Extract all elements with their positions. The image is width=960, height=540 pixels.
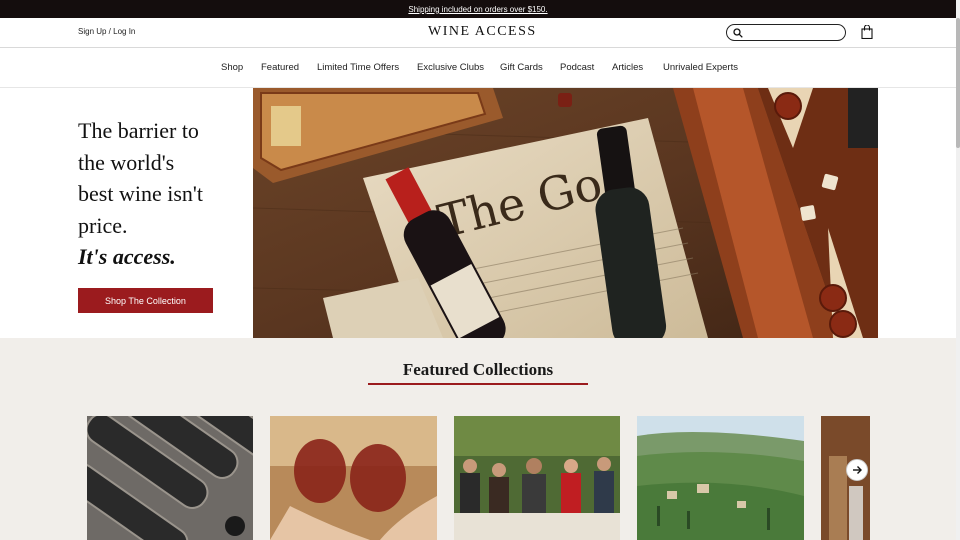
nav-item-podcast[interactable]: Podcast bbox=[560, 62, 594, 73]
nav-item-gift-cards[interactable]: Gift Cards bbox=[500, 62, 543, 73]
hero-accent: It's access. bbox=[78, 244, 176, 269]
main-nav: Shop Featured Limited Time Offers Exclus… bbox=[0, 48, 956, 88]
winemakers-image bbox=[454, 416, 620, 540]
site-header: Sign Up / Log In WINE ACCESS bbox=[0, 18, 956, 48]
nav-item-unrivaled-experts[interactable]: Unrivaled Experts bbox=[663, 62, 738, 73]
sign-up-login-link[interactable]: Sign Up / Log In bbox=[78, 27, 135, 36]
search-icon bbox=[733, 27, 743, 38]
collection-card[interactable] bbox=[87, 416, 253, 540]
hero-headline: The barrier to the world's best wine isn… bbox=[78, 115, 248, 273]
hero-line: The barrier to bbox=[78, 118, 199, 143]
hero-line: the world's bbox=[78, 149, 175, 175]
shopping-bag-icon[interactable] bbox=[861, 25, 873, 39]
promo-bar: Shipping included on orders over $150. bbox=[0, 0, 956, 18]
hero-line: best wine isn't bbox=[78, 181, 203, 206]
tuscany-landscape-image bbox=[637, 416, 804, 540]
search-input[interactable] bbox=[747, 28, 842, 37]
carousel-next-button[interactable] bbox=[846, 459, 868, 481]
logo[interactable]: WINE ACCESS bbox=[428, 24, 537, 40]
aged-bottles-image bbox=[87, 416, 253, 540]
scrollbar-thumb[interactable] bbox=[956, 18, 960, 148]
nav-item-articles[interactable]: Articles bbox=[612, 62, 643, 73]
featured-collections-section: Featured Collections bbox=[0, 338, 956, 540]
section-title: Featured Collections bbox=[402, 360, 554, 379]
title-underline bbox=[368, 383, 588, 385]
nav-item-limited-time-offers[interactable]: Limited Time Offers bbox=[317, 62, 399, 73]
promo-link[interactable]: Shipping included on orders over $150. bbox=[408, 5, 547, 14]
collection-card[interactable] bbox=[270, 416, 437, 540]
collection-card[interactable] bbox=[637, 416, 804, 540]
nav-item-shop[interactable]: Shop bbox=[221, 62, 243, 73]
arrow-right-icon bbox=[853, 466, 862, 474]
nav-item-featured[interactable]: Featured bbox=[261, 62, 299, 73]
wine-toast-image bbox=[270, 416, 437, 540]
collection-card[interactable] bbox=[454, 416, 620, 540]
nav-item-exclusive-clubs[interactable]: Exclusive Clubs bbox=[417, 62, 484, 73]
shop-collection-button[interactable]: Shop The Collection bbox=[78, 288, 213, 313]
search-box[interactable] bbox=[726, 24, 846, 41]
hero-image: The Go bbox=[253, 88, 878, 338]
page-scrollbar[interactable] bbox=[956, 0, 960, 540]
hero-line: price. bbox=[78, 212, 128, 238]
